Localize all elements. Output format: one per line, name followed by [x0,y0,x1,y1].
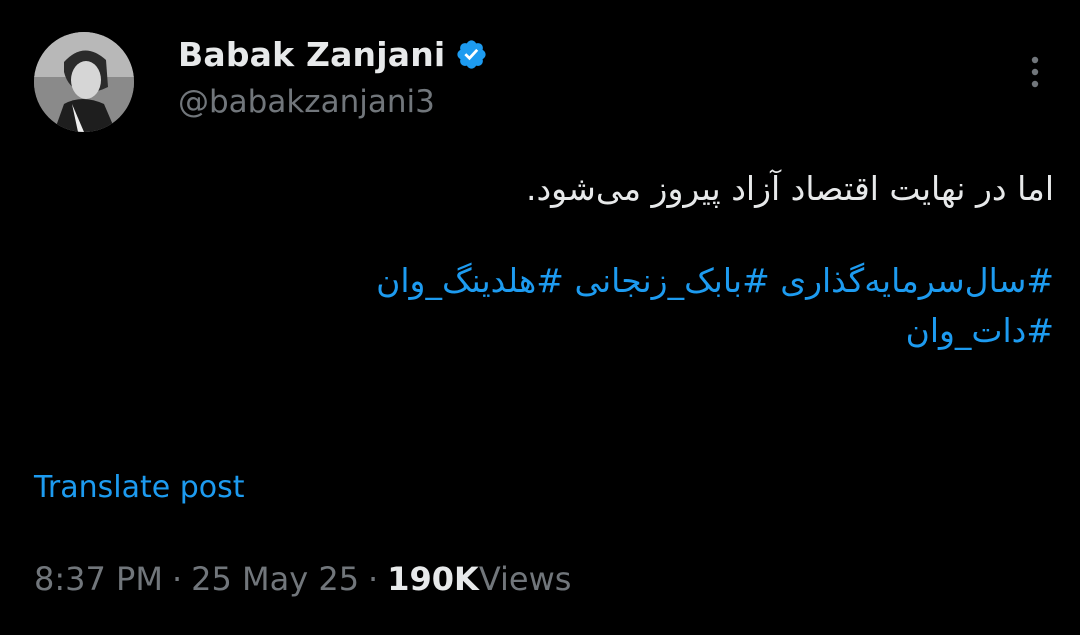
hashtag-link[interactable]: #هلدینگ_وان [376,261,564,300]
views-count[interactable]: 190K [387,560,479,598]
avatar[interactable] [34,32,134,132]
meta-separator: · [171,560,183,598]
avatar-photo [34,32,134,132]
views-label: Views [478,560,572,598]
display-name[interactable]: Babak Zanjani [178,35,445,74]
translate-post-link[interactable]: Translate post [34,470,245,505]
verified-badge-icon [455,38,488,71]
user-handle[interactable]: @babakzanjani3 [178,84,435,120]
more-vertical-icon[interactable] [1020,52,1050,92]
hashtag-list: #سال‌سرمایه‌گذاری #بابک_زنجانی #هلدینگ_و… [44,256,1054,356]
meta-separator: · [368,560,379,598]
tweet-body: اما در نهایت اقتصاد آزاد پیروز می‌شود. #… [44,164,1054,356]
hashtag-link[interactable]: #دات_وان [906,311,1054,350]
hashtag-link[interactable]: #سال‌سرمایه‌گذاری [780,261,1054,300]
author-name-row: Babak Zanjani [178,34,488,74]
tweet-meta: 8:37 PM · 25 May 25 · 190K Views [34,560,571,598]
post-date[interactable]: 25 May 25 [191,560,359,598]
post-time[interactable]: 8:37 PM [34,560,163,598]
hashtag-link[interactable]: #بابک_زنجانی [574,261,769,300]
tweet-text: اما در نهایت اقتصاد آزاد پیروز می‌شود. [525,169,1054,208]
